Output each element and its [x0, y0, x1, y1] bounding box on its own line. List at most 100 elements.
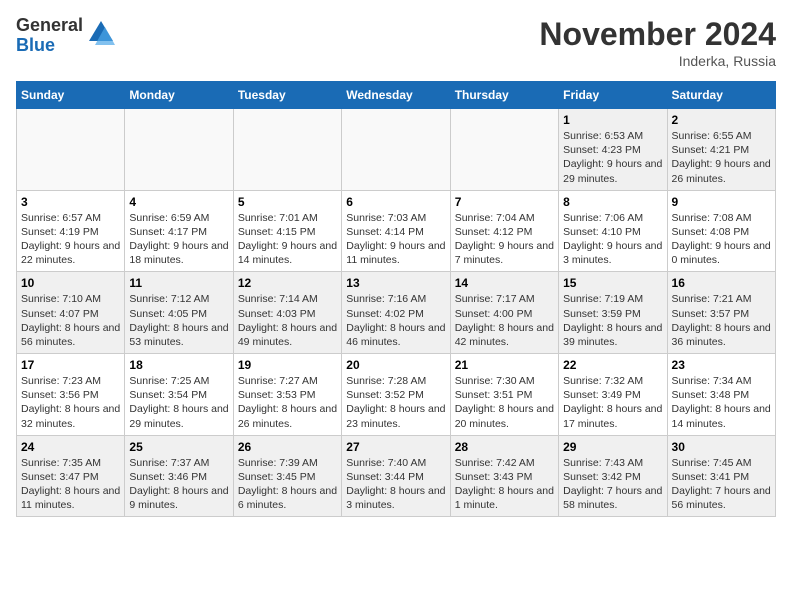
calendar-cell: 9 Sunrise: 7:08 AMSunset: 4:08 PMDaylight…	[667, 190, 775, 272]
calendar-cell: 14 Sunrise: 7:17 AMSunset: 4:00 PMDayligh…	[450, 272, 558, 354]
day-info: Sunrise: 7:21 AMSunset: 3:57 PMDaylight:…	[672, 292, 771, 349]
calendar-cell	[450, 109, 558, 191]
calendar-week-row: 3 Sunrise: 6:57 AMSunset: 4:19 PMDaylight…	[17, 190, 776, 272]
day-info: Sunrise: 7:10 AMSunset: 4:07 PMDaylight:…	[21, 292, 120, 349]
day-number: 5	[238, 195, 337, 209]
day-info: Sunrise: 6:53 AMSunset: 4:23 PMDaylight:…	[563, 129, 662, 186]
calendar-day-header: Thursday	[450, 82, 558, 109]
calendar-day-header: Wednesday	[342, 82, 450, 109]
calendar-cell: 4Sunrise: 6:59 AMSunset: 4:17 PMDaylight…	[125, 190, 233, 272]
day-number: 10	[21, 276, 120, 290]
day-info: Sunrise: 7:12 AMSunset: 4:05 PMDaylight:…	[129, 292, 228, 349]
day-number: 4	[129, 195, 228, 209]
calendar-cell: 29 Sunrise: 7:43 AMSunset: 3:42 PMDayligh…	[559, 435, 667, 517]
calendar-cell: 10 Sunrise: 7:10 AMSunset: 4:07 PMDayligh…	[17, 272, 125, 354]
logo-icon	[87, 19, 115, 52]
calendar-cell: 16 Sunrise: 7:21 AMSunset: 3:57 PMDayligh…	[667, 272, 775, 354]
calendar-day-header: Tuesday	[233, 82, 341, 109]
location: Inderka, Russia	[539, 53, 776, 69]
day-number: 17	[21, 358, 120, 372]
day-info: Sunrise: 7:37 AMSunset: 3:46 PMDaylight:…	[129, 456, 228, 513]
calendar-cell: 28Sunrise: 7:42 AMSunset: 3:43 PMDayligh…	[450, 435, 558, 517]
calendar-cell: 7 Sunrise: 7:04 AMSunset: 4:12 PMDaylight…	[450, 190, 558, 272]
day-number: 3	[21, 195, 120, 209]
day-info: Sunrise: 7:35 AMSunset: 3:47 PMDaylight:…	[21, 456, 120, 513]
day-info: Sunrise: 6:55 AMSunset: 4:21 PMDaylight:…	[672, 129, 771, 186]
logo: General Blue	[16, 16, 115, 56]
calendar-cell: 30 Sunrise: 7:45 AMSunset: 3:41 PMDayligh…	[667, 435, 775, 517]
calendar-cell: 12Sunrise: 7:14 AMSunset: 4:03 PMDayligh…	[233, 272, 341, 354]
calendar-cell: 22 Sunrise: 7:32 AMSunset: 3:49 PMDayligh…	[559, 354, 667, 436]
day-number: 11	[129, 276, 228, 290]
day-number: 15	[563, 276, 662, 290]
calendar-cell: 3 Sunrise: 6:57 AMSunset: 4:19 PMDaylight…	[17, 190, 125, 272]
calendar-cell: 19Sunrise: 7:27 AMSunset: 3:53 PMDayligh…	[233, 354, 341, 436]
day-info: Sunrise: 7:08 AMSunset: 4:08 PMDaylight:…	[672, 211, 771, 268]
calendar-cell	[233, 109, 341, 191]
day-info: Sunrise: 7:43 AMSunset: 3:42 PMDaylight:…	[563, 456, 662, 513]
month-title: November 2024	[539, 16, 776, 53]
calendar-table: SundayMondayTuesdayWednesdayThursdayFrid…	[16, 81, 776, 517]
day-number: 1	[563, 113, 662, 127]
calendar-week-row: 24 Sunrise: 7:35 AMSunset: 3:47 PMDayligh…	[17, 435, 776, 517]
day-info: Sunrise: 7:45 AMSunset: 3:41 PMDaylight:…	[672, 456, 771, 513]
calendar-cell	[17, 109, 125, 191]
day-number: 27	[346, 440, 445, 454]
day-number: 8	[563, 195, 662, 209]
page-header: General Blue November 2024 Inderka, Russ…	[16, 16, 776, 69]
logo-blue: Blue	[16, 36, 83, 56]
calendar-day-header: Saturday	[667, 82, 775, 109]
calendar-week-row: 10 Sunrise: 7:10 AMSunset: 4:07 PMDayligh…	[17, 272, 776, 354]
day-number: 29	[563, 440, 662, 454]
calendar-cell: 8 Sunrise: 7:06 AMSunset: 4:10 PMDaylight…	[559, 190, 667, 272]
calendar-cell: 20Sunrise: 7:28 AMSunset: 3:52 PMDayligh…	[342, 354, 450, 436]
day-number: 2	[672, 113, 771, 127]
calendar-cell: 1 Sunrise: 6:53 AMSunset: 4:23 PMDaylight…	[559, 109, 667, 191]
day-number: 14	[455, 276, 554, 290]
calendar-cell: 17 Sunrise: 7:23 AMSunset: 3:56 PMDayligh…	[17, 354, 125, 436]
day-info: Sunrise: 7:39 AMSunset: 3:45 PMDaylight:…	[238, 456, 337, 513]
calendar-cell: 13 Sunrise: 7:16 AMSunset: 4:02 PMDayligh…	[342, 272, 450, 354]
calendar-header-row: SundayMondayTuesdayWednesdayThursdayFrid…	[17, 82, 776, 109]
day-number: 21	[455, 358, 554, 372]
day-info: Sunrise: 7:04 AMSunset: 4:12 PMDaylight:…	[455, 211, 554, 268]
calendar-cell: 26 Sunrise: 7:39 AMSunset: 3:45 PMDayligh…	[233, 435, 341, 517]
day-info: Sunrise: 6:57 AMSunset: 4:19 PMDaylight:…	[21, 211, 120, 268]
day-number: 22	[563, 358, 662, 372]
calendar-cell: 5Sunrise: 7:01 AMSunset: 4:15 PMDaylight…	[233, 190, 341, 272]
calendar-day-header: Monday	[125, 82, 233, 109]
calendar-cell: 24 Sunrise: 7:35 AMSunset: 3:47 PMDayligh…	[17, 435, 125, 517]
day-info: Sunrise: 7:34 AMSunset: 3:48 PMDaylight:…	[672, 374, 771, 431]
calendar-cell: 18 Sunrise: 7:25 AMSunset: 3:54 PMDayligh…	[125, 354, 233, 436]
title-section: November 2024 Inderka, Russia	[539, 16, 776, 69]
day-info: Sunrise: 7:19 AMSunset: 3:59 PMDaylight:…	[563, 292, 662, 349]
day-number: 24	[21, 440, 120, 454]
day-info: Sunrise: 7:32 AMSunset: 3:49 PMDaylight:…	[563, 374, 662, 431]
day-info: Sunrise: 7:30 AMSunset: 3:51 PMDaylight:…	[455, 374, 554, 431]
day-info: Sunrise: 7:17 AMSunset: 4:00 PMDaylight:…	[455, 292, 554, 349]
calendar-cell	[125, 109, 233, 191]
day-info: Sunrise: 7:03 AMSunset: 4:14 PMDaylight:…	[346, 211, 445, 268]
calendar-day-header: Friday	[559, 82, 667, 109]
day-info: Sunrise: 7:16 AMSunset: 4:02 PMDaylight:…	[346, 292, 445, 349]
day-number: 9	[672, 195, 771, 209]
day-info: Sunrise: 7:14 AMSunset: 4:03 PMDaylight:…	[238, 292, 337, 349]
day-number: 18	[129, 358, 228, 372]
day-info: Sunrise: 7:42 AMSunset: 3:43 PMDaylight:…	[455, 456, 554, 513]
day-number: 23	[672, 358, 771, 372]
calendar-cell: 25 Sunrise: 7:37 AMSunset: 3:46 PMDayligh…	[125, 435, 233, 517]
day-number: 13	[346, 276, 445, 290]
day-number: 7	[455, 195, 554, 209]
day-number: 25	[129, 440, 228, 454]
calendar-cell: 23 Sunrise: 7:34 AMSunset: 3:48 PMDayligh…	[667, 354, 775, 436]
day-info: Sunrise: 7:25 AMSunset: 3:54 PMDaylight:…	[129, 374, 228, 431]
day-number: 26	[238, 440, 337, 454]
day-number: 16	[672, 276, 771, 290]
day-number: 30	[672, 440, 771, 454]
calendar-cell: 11 Sunrise: 7:12 AMSunset: 4:05 PMDayligh…	[125, 272, 233, 354]
day-number: 20	[346, 358, 445, 372]
calendar-week-row: 1 Sunrise: 6:53 AMSunset: 4:23 PMDaylight…	[17, 109, 776, 191]
day-info: Sunrise: 7:23 AMSunset: 3:56 PMDaylight:…	[21, 374, 120, 431]
calendar-cell: 6Sunrise: 7:03 AMSunset: 4:14 PMDaylight…	[342, 190, 450, 272]
day-info: Sunrise: 7:06 AMSunset: 4:10 PMDaylight:…	[563, 211, 662, 268]
